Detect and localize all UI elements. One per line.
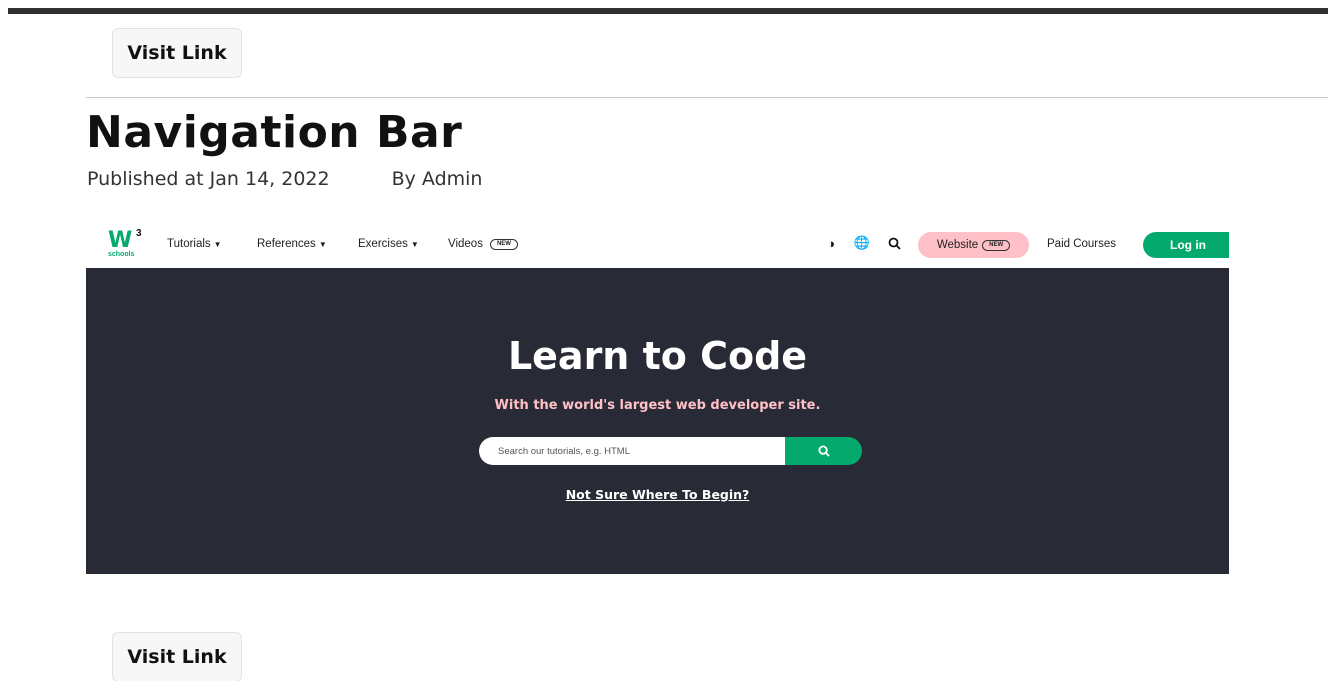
nav-item-exercises[interactable]: Exercises ▼ bbox=[358, 238, 419, 250]
globe-icon[interactable]: 🌐 bbox=[854, 235, 870, 251]
logo-superscript: 3 bbox=[136, 228, 142, 239]
nav-item-videos[interactable]: Videos NEW bbox=[448, 238, 518, 250]
published-date: Published at Jan 14, 2022 bbox=[87, 168, 330, 190]
w3schools-screenshot: W 3 schools Tutorials ▼ References ▼ Exe… bbox=[86, 222, 1229, 574]
logo-mark: W bbox=[108, 228, 132, 253]
page-title: Navigation Bar bbox=[86, 107, 463, 158]
search-icon[interactable] bbox=[886, 235, 902, 251]
new-badge: NEW bbox=[982, 239, 1011, 251]
visit-link-button-top[interactable]: Visit Link bbox=[112, 28, 242, 78]
paid-courses-link[interactable]: Paid Courses bbox=[1047, 238, 1116, 250]
divider bbox=[86, 97, 1328, 98]
website-label: Website bbox=[936, 239, 979, 251]
w3-navbar: W 3 schools Tutorials ▼ References ▼ Exe… bbox=[86, 222, 1229, 268]
w3schools-logo[interactable]: W 3 schools bbox=[106, 228, 146, 262]
caret-down-icon: ▼ bbox=[318, 239, 327, 249]
blog-page: Visit Link Navigation Bar Published at J… bbox=[0, 0, 1328, 681]
search-button[interactable] bbox=[785, 437, 862, 465]
not-sure-link[interactable]: Not Sure Where To Begin? bbox=[86, 487, 1229, 502]
website-button[interactable]: Website NEW bbox=[918, 232, 1029, 258]
hero-section: Learn to Code With the world's largest w… bbox=[86, 268, 1229, 574]
top-bar bbox=[8, 8, 1328, 14]
contrast-icon[interactable]: ◑ bbox=[823, 235, 839, 251]
nav-item-label: References bbox=[257, 238, 316, 250]
search-icon bbox=[817, 445, 830, 457]
nav-item-tutorials[interactable]: Tutorials ▼ bbox=[167, 238, 222, 250]
login-button[interactable]: Log in bbox=[1143, 232, 1229, 258]
logo-subtitle: schools bbox=[108, 251, 135, 258]
caret-down-icon: ▼ bbox=[213, 239, 222, 249]
search-bar bbox=[479, 437, 862, 465]
hero-subtitle: With the world's largest web developer s… bbox=[494, 398, 821, 413]
new-badge: NEW bbox=[489, 238, 518, 250]
nav-item-label: Exercises bbox=[358, 238, 408, 250]
nav-item-label: Videos bbox=[448, 238, 483, 250]
author: By Admin bbox=[391, 168, 483, 190]
visit-link-button-bottom[interactable]: Visit Link bbox=[112, 632, 242, 681]
search-input[interactable] bbox=[479, 437, 785, 465]
hero-title: Learn to Code bbox=[507, 334, 808, 378]
post-meta: Published at Jan 14, 2022 By Admin bbox=[87, 168, 482, 190]
nav-item-label: Tutorials bbox=[167, 238, 211, 250]
nav-item-references[interactable]: References ▼ bbox=[257, 238, 327, 250]
caret-down-icon: ▼ bbox=[410, 239, 419, 249]
